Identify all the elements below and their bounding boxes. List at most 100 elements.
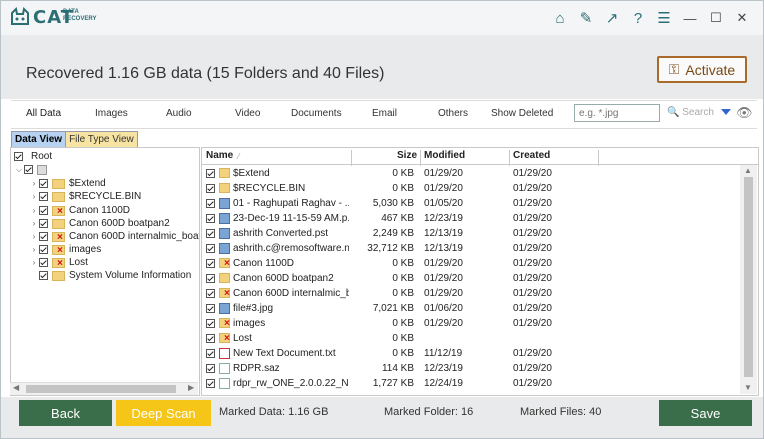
table-row[interactable]: New Text Document.txt 0 KB 11/12/19 01/29/2… bbox=[202, 346, 740, 361]
expand-icon[interactable]: › bbox=[29, 192, 39, 201]
table-row[interactable]: Canon 600D boatpan2 0 KB 01/29/20 01/29/20 bbox=[202, 271, 740, 286]
table-row[interactable]: 23-Dec-19 11-15-59 AM.p... 467 KB 12/23/19… bbox=[202, 211, 740, 226]
checkbox[interactable] bbox=[39, 258, 48, 267]
deep-scan-button[interactable]: Deep Scan bbox=[116, 400, 211, 426]
home-icon[interactable]: ⌂ bbox=[547, 7, 573, 29]
tab-documents[interactable]: Documents bbox=[291, 108, 342, 119]
tab-others[interactable]: Others bbox=[438, 108, 468, 119]
checkbox[interactable] bbox=[206, 229, 215, 238]
tab-email[interactable]: Email bbox=[372, 108, 397, 119]
column-separator[interactable] bbox=[509, 150, 510, 166]
checkbox[interactable] bbox=[206, 334, 215, 343]
scrollbar-thumb[interactable] bbox=[26, 385, 176, 393]
checkbox[interactable] bbox=[206, 364, 215, 373]
tab-show-deleted[interactable]: Show Deleted bbox=[491, 108, 553, 119]
table-row[interactable]: $Extend 0 KB 01/29/20 01/29/20 bbox=[202, 166, 740, 181]
activate-button[interactable]: ⚿ Activate bbox=[657, 56, 747, 83]
wrench-icon[interactable]: ✎ bbox=[573, 7, 599, 29]
checkbox[interactable] bbox=[24, 165, 33, 174]
column-separator[interactable] bbox=[598, 150, 599, 166]
search-button[interactable]: 🔍 Search bbox=[667, 107, 714, 118]
scroll-left-icon[interactable]: ◀ bbox=[13, 383, 19, 392]
export-icon[interactable]: ↗ bbox=[599, 7, 625, 29]
tree-item[interactable]: › images bbox=[29, 243, 102, 256]
table-row[interactable]: ashrith Converted.pst 2,249 KB 12/13/19 01/… bbox=[202, 226, 740, 241]
column-size[interactable]: Size bbox=[397, 150, 417, 161]
close-icon[interactable]: ✕ bbox=[729, 7, 755, 29]
checkbox[interactable] bbox=[206, 274, 215, 283]
tab-file-type-view[interactable]: File Type View bbox=[66, 131, 138, 148]
checkbox[interactable] bbox=[206, 199, 215, 208]
checkbox[interactable] bbox=[39, 219, 48, 228]
tree-item[interactable]: › Lost bbox=[29, 256, 88, 269]
checkbox[interactable] bbox=[206, 184, 215, 193]
expand-icon[interactable]: › bbox=[29, 179, 39, 188]
expand-icon[interactable]: › bbox=[29, 219, 39, 228]
checkbox[interactable] bbox=[206, 379, 215, 388]
expand-icon[interactable]: › bbox=[29, 206, 39, 215]
checkbox[interactable] bbox=[39, 271, 48, 280]
tree-horizontal-scrollbar[interactable]: ◀ ▶ bbox=[10, 382, 198, 395]
maximize-icon[interactable]: ☐ bbox=[703, 7, 729, 29]
tree-item[interactable]: › $Extend bbox=[29, 177, 106, 190]
file-list-vertical-scrollbar[interactable]: ▲ ▼ bbox=[740, 165, 757, 394]
column-name[interactable]: Name bbox=[206, 150, 233, 161]
checkbox[interactable] bbox=[39, 192, 48, 201]
table-row[interactable]: rdpr_rw_ONE_2.0.0.22_Nol... 1,727 KB 12/24… bbox=[202, 376, 740, 391]
table-row[interactable]: file#3.jpg 7,021 KB 01/06/20 01/29/20 bbox=[202, 301, 740, 316]
help-icon[interactable]: ? bbox=[625, 7, 651, 29]
tree-item[interactable]: System Volume Information bbox=[29, 269, 191, 282]
checkbox[interactable] bbox=[206, 289, 215, 298]
scrollbar-thumb[interactable] bbox=[744, 177, 753, 377]
table-row[interactable]: $RECYCLE.BIN 0 KB 01/29/20 01/29/20 bbox=[202, 181, 740, 196]
checkbox[interactable] bbox=[206, 169, 215, 178]
checkbox[interactable] bbox=[206, 304, 215, 313]
minimize-icon[interactable]: — bbox=[677, 7, 703, 29]
tree-item[interactable]: › Canon 600D boatpan2 bbox=[29, 217, 170, 230]
scroll-down-icon[interactable]: ▼ bbox=[744, 383, 752, 392]
table-row[interactable]: images 0 KB 01/29/20 01/29/20 bbox=[202, 316, 740, 331]
checkbox[interactable] bbox=[206, 214, 215, 223]
eye-icon[interactable]: 👁 bbox=[736, 105, 753, 121]
collapse-icon[interactable]: ⌵ bbox=[14, 165, 24, 175]
tree-item[interactable]: › $RECYCLE.BIN bbox=[29, 190, 142, 203]
filter-dropdown-icon[interactable] bbox=[721, 109, 731, 115]
tab-data-view[interactable]: Data View bbox=[11, 131, 67, 148]
scroll-right-icon[interactable]: ▶ bbox=[188, 383, 194, 392]
table-row[interactable]: RDPR.saz 114 KB 12/23/19 01/29/20 bbox=[202, 361, 740, 376]
tree-item[interactable]: › Canon 1100D bbox=[29, 204, 130, 217]
search-input[interactable] bbox=[574, 104, 660, 122]
tree-item[interactable]: › Canon 600D internalmic_boat- bbox=[29, 230, 199, 243]
table-row[interactable]: ashrith.c@remosoftware.n... 32,712 KB 12/1… bbox=[202, 241, 740, 256]
expand-icon[interactable]: › bbox=[29, 232, 39, 241]
column-created[interactable]: Created bbox=[513, 150, 550, 161]
checkbox[interactable] bbox=[39, 206, 48, 215]
table-row[interactable]: Lost 0 KB bbox=[202, 331, 740, 346]
expand-icon[interactable]: › bbox=[29, 258, 39, 267]
menu-icon[interactable]: ☰ bbox=[651, 7, 677, 29]
checkbox[interactable] bbox=[206, 349, 215, 358]
expand-icon[interactable]: › bbox=[29, 245, 39, 254]
column-modified[interactable]: Modified bbox=[424, 150, 465, 161]
tree-root[interactable]: Root bbox=[14, 150, 52, 163]
checkbox[interactable] bbox=[206, 319, 215, 328]
checkbox[interactable] bbox=[39, 179, 48, 188]
table-row[interactable]: Canon 600D internalmic_b... 0 KB 01/29/20 0… bbox=[202, 286, 740, 301]
checkbox[interactable] bbox=[39, 245, 48, 254]
checkbox[interactable] bbox=[39, 232, 48, 241]
checkbox[interactable] bbox=[14, 152, 23, 161]
table-row[interactable]: 01 - Raghupati Raghav - ... 5,030 KB 01/05… bbox=[202, 196, 740, 211]
tab-all-data[interactable]: All Data bbox=[26, 108, 61, 119]
tab-audio[interactable]: Audio bbox=[166, 108, 192, 119]
tab-video[interactable]: Video bbox=[235, 108, 260, 119]
checkbox[interactable] bbox=[206, 244, 215, 253]
column-separator[interactable] bbox=[420, 150, 421, 166]
save-button[interactable]: Save bbox=[659, 400, 752, 426]
scroll-up-icon[interactable]: ▲ bbox=[744, 166, 752, 175]
back-button[interactable]: Back bbox=[19, 400, 112, 426]
checkbox[interactable] bbox=[206, 259, 215, 268]
table-row[interactable]: Canon 1100D 0 KB 01/29/20 01/29/20 bbox=[202, 256, 740, 271]
tree-drive[interactable]: ⌵ bbox=[14, 163, 51, 176]
tab-images[interactable]: Images bbox=[95, 108, 128, 119]
column-separator[interactable] bbox=[351, 150, 352, 166]
